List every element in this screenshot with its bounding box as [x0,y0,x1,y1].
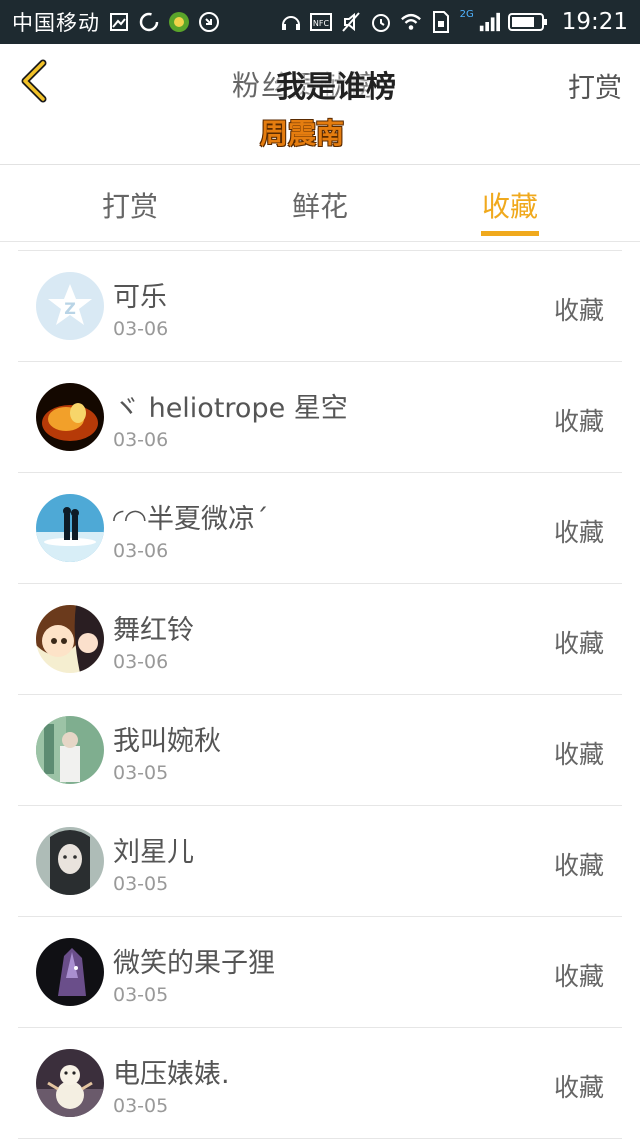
avatar [36,938,104,1006]
mute-icon [340,11,362,33]
headphones-icon [280,11,302,33]
list-item[interactable]: 电压婊婊. 03-05 收藏 [18,1028,622,1139]
user-name: ヾ heliotrope 星空 [113,393,348,424]
couple-avatar-icon [36,494,104,562]
tab-reward[interactable]: 打赏 [85,185,175,225]
action-label: 收藏 [553,518,604,547]
wifi-icon [400,11,422,33]
headset-icon [198,11,220,33]
action-label: 收藏 [553,851,604,880]
list-item[interactable]: Z 可乐 03-06 收藏 [18,251,622,362]
action-label: 收藏 [553,407,604,436]
status-bar: 中国移动 NFC 2G 19:21 [0,0,640,44]
date-label: 03-05 [113,762,169,784]
clock: 19:21 [561,9,628,35]
image-icon [108,11,130,33]
svg-text:NFC: NFC [312,19,329,28]
action-label: 收藏 [553,740,604,769]
avatar [36,827,104,895]
date-label: 03-06 [113,651,169,673]
action-label: 收藏 [553,629,604,658]
alarm-icon [370,11,392,33]
action-label: 收藏 [553,296,604,325]
avatar: Z [36,272,104,340]
battery-icon [507,11,548,33]
qq-default-avatar-icon: Z [36,272,104,340]
user-name: 刘星儿 [113,837,194,868]
user-name: 电压婊婊. [113,1059,230,1090]
list-item[interactable]: 刘星儿 03-05 收藏 [18,806,622,917]
action-label: 收藏 [553,962,604,991]
tab-flowers[interactable]: 鲜花 [275,185,365,225]
list-item[interactable]: 微笑的果子狸 03-05 收藏 [18,917,622,1028]
back-button[interactable] [14,58,54,104]
fire-avatar-icon [36,383,104,451]
list-item[interactable]: ◜◠半夏微凉ˊ 03-06 收藏 [18,473,622,584]
nfc-icon: NFC [309,11,332,33]
avatar [36,716,104,784]
list-item[interactable]: 舞红铃 03-06 收藏 [18,584,622,695]
girl-green-avatar-icon [36,716,104,784]
date-label: 03-05 [113,873,169,895]
user-name: ◜◠半夏微凉ˊ [113,504,269,535]
chevron-left-icon [21,59,47,103]
snowman-avatar-icon [36,1049,104,1117]
tab-favorites[interactable]: 收藏 [465,185,555,225]
action-label: 收藏 [553,1073,604,1102]
sync-icon [138,11,160,33]
overlay-name-text: 周震南 [260,117,345,150]
status-left: 中国移动 [12,7,220,37]
active-tab-indicator [481,231,539,236]
avatar [36,494,104,562]
list-item[interactable]: 我叫婉秋 03-05 收藏 [18,695,622,806]
date-label: 03-06 [113,318,169,340]
sim-icon [430,11,452,33]
date-label: 03-05 [113,1095,169,1117]
app-badge-icon [168,11,190,33]
favorites-list: Z 可乐 03-06 收藏 ヾ heliotrope 星空 03-06 收藏 ◜… [18,250,622,1139]
date-label: 03-06 [113,429,169,451]
anime-avatar-icon [36,605,104,673]
date-label: 03-05 [113,984,169,1006]
avatar [36,1049,104,1117]
list-item[interactable]: ヾ heliotrope 星空 03-06 收藏 [18,362,622,473]
crystal-avatar-icon [36,938,104,1006]
svg-text:Z: Z [64,299,76,318]
tab-bar: 打赏 鲜花 收藏 [0,165,640,242]
avatar [36,383,104,451]
status-right: NFC 2G 19:21 [280,9,628,35]
network-type-label: 2G [459,8,474,20]
signal-icon [478,11,500,33]
user-name: 微笑的果子狸 [113,948,275,979]
user-name: 可乐 [113,282,167,313]
carrier-label: 中国移动 [12,11,100,35]
user-name: 我叫婉秋 [113,726,221,757]
date-label: 03-06 [113,540,169,562]
reward-action-button[interactable]: 打赏 [568,66,622,105]
overlay-title-text: 我是谁榜 [276,70,396,105]
user-name: 舞红铃 [113,615,194,646]
avatar [36,605,104,673]
girl-portrait-avatar-icon [36,827,104,895]
